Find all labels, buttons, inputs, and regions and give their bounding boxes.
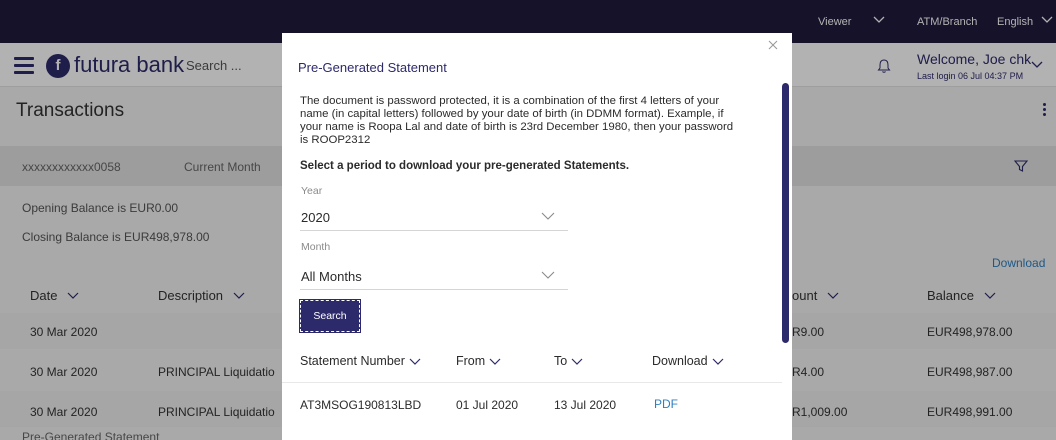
modal-title: Pre-Generated Statement	[298, 60, 447, 75]
chevron-down-icon	[541, 212, 555, 220]
chevron-down-icon	[571, 358, 583, 366]
chevron-down-icon	[489, 358, 501, 366]
statement-from-date: 01 Jul 2020	[456, 398, 519, 412]
statement-to-date: 13 Jul 2020	[554, 398, 617, 412]
close-icon[interactable]	[766, 38, 780, 52]
search-button[interactable]: Search	[299, 299, 361, 333]
chevron-down-icon	[409, 358, 421, 366]
year-value: 2020	[301, 210, 330, 225]
column-header-to[interactable]: To	[554, 354, 583, 368]
column-header-download[interactable]: Download	[652, 354, 724, 368]
column-header-from[interactable]: From	[456, 354, 501, 368]
statement-number: AT3MSOG190813LBD	[300, 398, 422, 412]
chevron-down-icon	[541, 271, 555, 279]
month-value: All Months	[301, 269, 362, 284]
chevron-down-icon	[712, 358, 724, 366]
pre-generated-statement-modal: Pre-Generated Statement The document is …	[282, 33, 792, 440]
password-info-text: The document is password protected, it i…	[300, 95, 734, 146]
year-label: Year	[301, 185, 323, 197]
month-select[interactable]: All Months	[300, 262, 568, 290]
select-period-prompt: Select a period to download your pre-gen…	[300, 160, 630, 172]
month-label: Month	[301, 241, 331, 253]
modal-scrollbar[interactable]	[782, 83, 789, 343]
column-header-statement-number[interactable]: Statement Number	[300, 354, 421, 368]
pdf-download-link[interactable]: PDF	[654, 397, 678, 411]
year-select[interactable]: 2020	[300, 203, 568, 231]
